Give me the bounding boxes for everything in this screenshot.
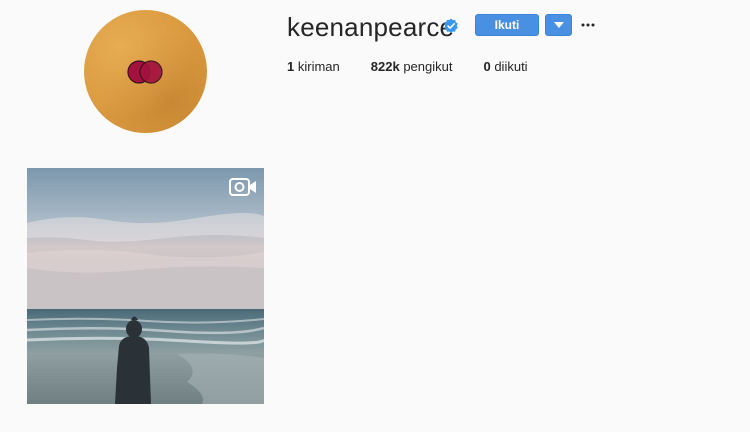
more-options-icon [581, 23, 595, 27]
post-thumbnail[interactable] [27, 168, 264, 404]
stat-posts-label: kiriman [297, 59, 340, 74]
video-camera-icon [229, 178, 257, 196]
stat-followers-label: pengikut [403, 59, 453, 74]
avatar-art [127, 60, 163, 84]
post-image [27, 168, 264, 404]
profile-username: keenanpearce [287, 12, 455, 42]
chevron-down-icon [553, 22, 564, 28]
stat-following[interactable]: 0 diikuti [483, 59, 527, 74]
stat-followers-count: 822k [370, 59, 400, 74]
stat-posts-count: 1 [287, 59, 295, 74]
stat-posts: 1 kiriman [287, 59, 340, 74]
stat-followers[interactable]: 822k pengikut [371, 59, 453, 74]
profile-stats: 1 kiriman 822k pengikut 0 diikuti [287, 59, 559, 74]
stat-following-label: diikuti [494, 59, 528, 74]
verified-badge-icon [443, 18, 459, 34]
more-options-button[interactable] [580, 17, 596, 33]
suggestions-dropdown-button[interactable] [545, 14, 572, 36]
stat-following-count: 0 [483, 59, 491, 74]
follow-button[interactable]: Ikuti [475, 14, 539, 36]
profile-avatar [84, 10, 207, 133]
